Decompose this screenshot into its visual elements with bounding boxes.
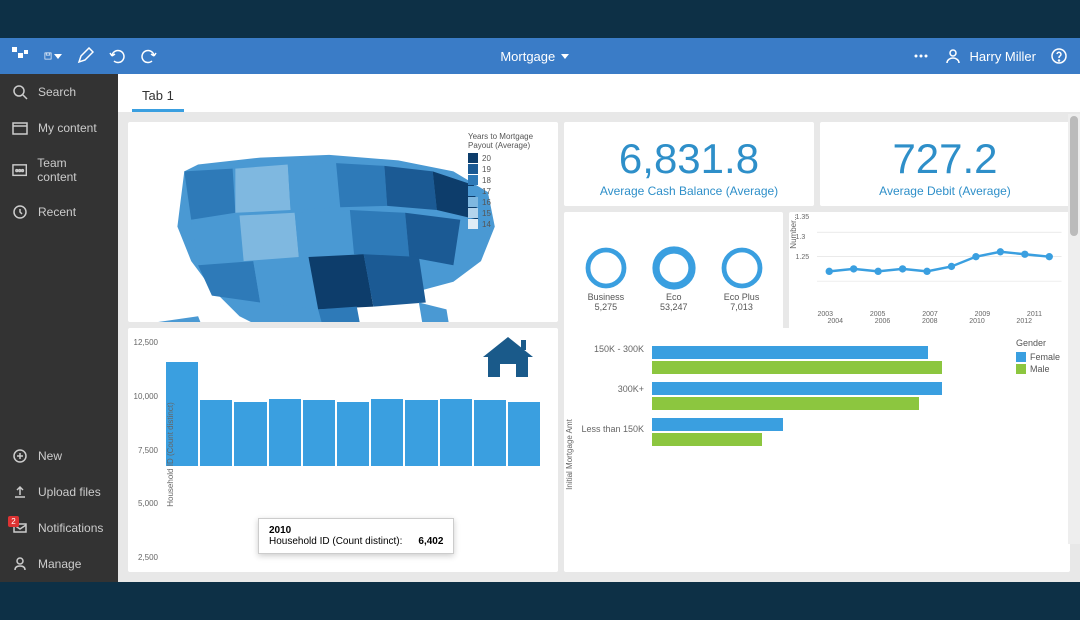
sidebar-item-search[interactable]: Search [0,74,118,110]
bar-chart-widget[interactable]: Household ID (Count distinct) 12,50010,0… [128,328,558,572]
app-toolbar: Mortgage Harry Miller [0,38,1080,74]
redo-icon[interactable] [140,47,158,65]
search-icon [12,84,28,100]
sidebar-item-manage[interactable]: Manage [0,546,118,582]
app-logo-icon[interactable] [12,47,30,65]
tab-1[interactable]: Tab 1 [132,82,184,112]
save-icon[interactable] [44,47,62,65]
sidebar-item-upload[interactable]: Upload files [0,474,118,510]
manage-icon [12,556,28,572]
notification-badge: 2 [8,516,19,527]
folder-icon [12,120,28,136]
chevron-down-icon [561,54,569,59]
user-menu[interactable]: Harry Miller [944,47,1036,65]
house-icon [478,332,538,387]
sidebar-item-my-content[interactable]: My content [0,110,118,146]
scrollbar[interactable] [1068,114,1080,544]
sidebar-item-team-content[interactable]: Team content [0,146,118,194]
sidebar: Search My content Team content Recent Ne… [0,74,118,582]
metric-avg-debit[interactable]: 727.2 Average Debit (Average) [820,122,1070,206]
bar[interactable] [508,402,540,466]
bar[interactable] [269,399,301,466]
scroll-thumb[interactable] [1070,116,1078,236]
bell-icon: 2 [12,520,28,536]
upload-icon [12,484,28,500]
map-legend: Years to Mortgage Payout (Average) 20191… [468,132,548,230]
user-icon [944,47,962,65]
bar[interactable] [337,402,369,466]
clock-icon [12,204,28,220]
sidebar-item-recent[interactable]: Recent [0,194,118,230]
page-title[interactable]: Mortgage [172,49,898,64]
more-icon[interactable] [912,47,930,65]
donut-eco: Eco53,247 [650,244,698,312]
metric-cash-balance[interactable]: 6,831.8 Average Cash Balance (Average) [564,122,814,206]
bar[interactable] [234,402,266,466]
sidebar-item-notifications[interactable]: 2Notifications [0,510,118,546]
donut-business: Business5,275 [582,244,630,312]
team-icon [12,162,27,178]
user-name: Harry Miller [970,49,1036,64]
tab-bar: Tab 1 [118,74,1080,112]
bar[interactable] [405,400,437,466]
bar[interactable] [474,400,506,466]
line-chart-widget[interactable]: Number... 1.35 1.3 1.25 2003200520072009… [789,212,1070,344]
map-widget[interactable]: Years to Mortgage Payout (Average) 20191… [128,122,558,322]
donut-eco-plus: Eco Plus7,013 [718,244,766,312]
bar[interactable] [303,400,335,466]
help-icon[interactable] [1050,47,1068,65]
donut-widget[interactable]: Business5,275 Eco53,247 Eco Plus7,013 [564,212,783,344]
chart-tooltip: 2010 Household ID (Count distinct):6,402 [258,518,454,554]
edit-icon[interactable] [76,47,94,65]
sidebar-item-new[interactable]: New [0,438,118,474]
undo-icon[interactable] [108,47,126,65]
bar[interactable] [200,400,232,466]
bar[interactable] [440,399,472,466]
plus-icon [12,448,28,464]
grouped-bar-widget[interactable]: Initial Mortgage Amt Gender FemaleMale 1… [564,328,1070,572]
bar[interactable] [371,399,403,466]
